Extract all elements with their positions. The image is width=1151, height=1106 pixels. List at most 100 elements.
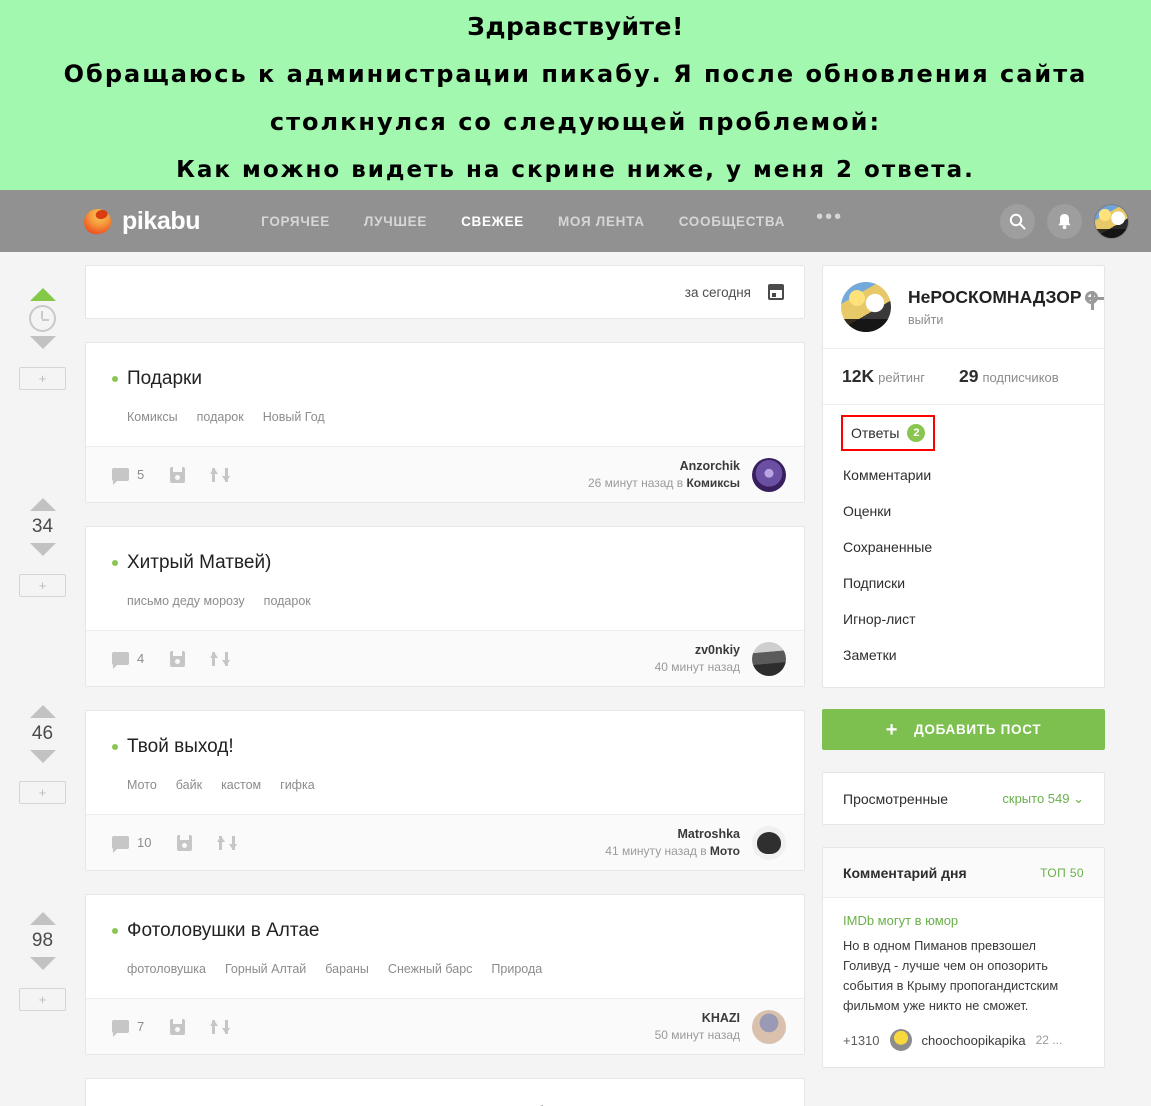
more-menu-icon[interactable]: ••• (802, 207, 857, 230)
avatar[interactable] (889, 1029, 912, 1051)
viewed-card: Просмотренные скрыто 549 ⌄ (822, 772, 1105, 825)
add-to-list-button[interactable]: + (19, 781, 66, 804)
downvote-arrow-icon[interactable] (29, 957, 56, 970)
post-tag[interactable]: Горный Алтай (225, 962, 306, 976)
upvote-arrow-icon[interactable] (29, 288, 56, 301)
sidebar-menu-item-0[interactable]: Ответы 2 (841, 415, 936, 451)
comment-author[interactable]: choochoopikapika (922, 1033, 1026, 1048)
downvote-arrow-icon[interactable] (29, 543, 56, 556)
gear-icon[interactable] (1084, 291, 1104, 310)
avatar[interactable] (752, 825, 786, 860)
nav-link-4[interactable]: СООБЩЕСТВА (662, 214, 802, 229)
nav-link-2[interactable]: СВЕЖЕЕ (444, 214, 541, 229)
nav-link-1[interactable]: ЛУЧШЕЕ (347, 214, 444, 229)
add-to-list-button[interactable]: + (19, 988, 66, 1011)
post-tag[interactable]: Природа (491, 962, 542, 976)
post-time: 40 минут назад (655, 659, 740, 676)
downvote-arrow-icon[interactable] (29, 336, 56, 349)
downvote-arrow-icon[interactable] (29, 750, 56, 763)
avatar[interactable] (752, 641, 786, 676)
post-tag[interactable]: подарок (197, 410, 244, 424)
sidebar-menu-item-1[interactable]: Комментарии (823, 457, 1104, 493)
post-community[interactable]: Мото (710, 844, 740, 858)
upvote-arrow-icon[interactable] (29, 498, 56, 511)
post-card: Когда утро начинается с внимательности и… (85, 1078, 805, 1106)
post-tag[interactable]: гифка (280, 778, 315, 792)
sidebar-menu-item-5[interactable]: Игнор-лист (823, 601, 1104, 637)
avatar[interactable] (841, 282, 891, 332)
post-author[interactable]: Matroshka (605, 826, 740, 843)
post-tags: письмо деду морозу подарок (112, 594, 778, 608)
comments-button[interactable]: 4 (112, 651, 144, 669)
post-title[interactable]: Подарки (112, 367, 778, 391)
post-tag[interactable]: Комиксы (127, 410, 178, 424)
sidebar-menu-item-4[interactable]: Подписки (823, 565, 1104, 601)
post-time: 50 минут назад (655, 1027, 740, 1044)
save-button[interactable] (170, 1018, 186, 1035)
calendar-icon[interactable] (768, 284, 784, 300)
add-to-list-button[interactable]: + (19, 367, 66, 390)
post-title[interactable]: Фотоловушки в Алтае (112, 919, 778, 943)
post-community[interactable]: Комиксы (686, 476, 740, 490)
comment-count: 7 (137, 1019, 145, 1034)
post-tag[interactable]: письмо деду морозу (127, 594, 245, 608)
profile-stat[interactable]: 29 подписчиков (959, 366, 1059, 387)
notifications-button[interactable] (1047, 203, 1082, 239)
post-meta: Matroshka 41 минуту назад в Мото (605, 826, 740, 860)
post-author-block: Anzorchik 26 минут назад в Комиксы (588, 457, 786, 492)
comments-button[interactable]: 10 (112, 835, 151, 853)
logout-link[interactable]: выйти (908, 313, 1098, 327)
post-title[interactable]: Твой выход! (112, 735, 778, 759)
repost-button[interactable] (210, 467, 231, 482)
brand-logo-link[interactable]: pikabu (81, 205, 201, 237)
post-tag[interactable]: подарок (264, 594, 311, 608)
nav-link-3[interactable]: МОЯ ЛЕНТА (541, 214, 662, 229)
comments-button[interactable]: 7 (112, 1019, 145, 1037)
repost-button[interactable] (210, 1019, 231, 1034)
post-tag[interactable]: Мото (127, 778, 157, 792)
sidebar-menu-item-2[interactable]: Оценки (823, 493, 1104, 529)
post-tag[interactable]: кастом (221, 778, 261, 792)
avatar[interactable] (752, 1009, 786, 1044)
add-post-button[interactable]: + ДОБАВИТЬ ПОСТ (822, 709, 1105, 750)
profile-username[interactable]: НеРОСКОМНАДЗОР (908, 287, 1082, 308)
post-author[interactable]: KHAZI (655, 1010, 740, 1027)
avatar[interactable] (752, 457, 786, 492)
post-tag[interactable]: Новый Год (263, 410, 325, 424)
repost-button[interactable] (217, 835, 238, 850)
post-body: Подарки Комиксы подарок Новый Год (86, 343, 804, 446)
save-button[interactable] (170, 466, 186, 483)
comments-button[interactable]: 5 (112, 467, 144, 485)
post-title[interactable]: Хитрый Матвей) (112, 551, 778, 575)
post-tags: фотоловушка Горный Алтай бараны Снежный бар… (112, 962, 778, 976)
add-to-list-button[interactable]: + (19, 574, 66, 597)
post-tag[interactable]: бараны (325, 962, 369, 976)
repost-button[interactable] (210, 651, 231, 666)
save-button[interactable] (177, 834, 193, 851)
post-tag[interactable]: байк (176, 778, 202, 792)
profile-username-row: НеРОСКОМНАДЗОР (908, 287, 1104, 310)
post-tag[interactable]: фотоловушка (127, 962, 206, 976)
post-tag[interactable]: Снежный барс (388, 962, 472, 976)
post-author[interactable]: Anzorchik (588, 458, 740, 475)
upvote-arrow-icon[interactable] (29, 705, 56, 718)
upvote-arrow-icon[interactable] (29, 912, 56, 925)
post-author[interactable]: zv0nkiy (655, 642, 740, 659)
avatar[interactable] (1094, 203, 1129, 239)
feed-column: за сегодня Подарки Комиксы подарок Новый Го… (85, 252, 805, 1106)
sidebar-menu-item-3[interactable]: Сохраненные (823, 529, 1104, 565)
comment-time: 22 ... (1035, 1033, 1063, 1047)
sidebar-menu-item-6[interactable]: Заметки (823, 637, 1104, 673)
search-button[interactable] (1000, 203, 1035, 239)
save-button[interactable] (170, 650, 186, 667)
filter-period-label[interactable]: за сегодня (685, 285, 751, 300)
post-tags: Мото байк кастом гифка (112, 778, 778, 792)
comment-of-day-post-link[interactable]: IMDb могут в юмор (843, 913, 1084, 928)
feed-filter-bar: за сегодня (85, 265, 805, 319)
nav-link-0[interactable]: ГОРЯЧЕЕ (244, 214, 347, 229)
post-footer: 7 KHAZI 50 минут назад (86, 998, 804, 1054)
vote-count: 34 (31, 516, 54, 537)
viewed-hidden-toggle[interactable]: скрыто 549 ⌄ (1002, 791, 1084, 807)
comment-of-day-top-link[interactable]: ТОП 50 (1040, 866, 1084, 880)
profile-stat[interactable]: 12K рейтинг (842, 366, 925, 387)
